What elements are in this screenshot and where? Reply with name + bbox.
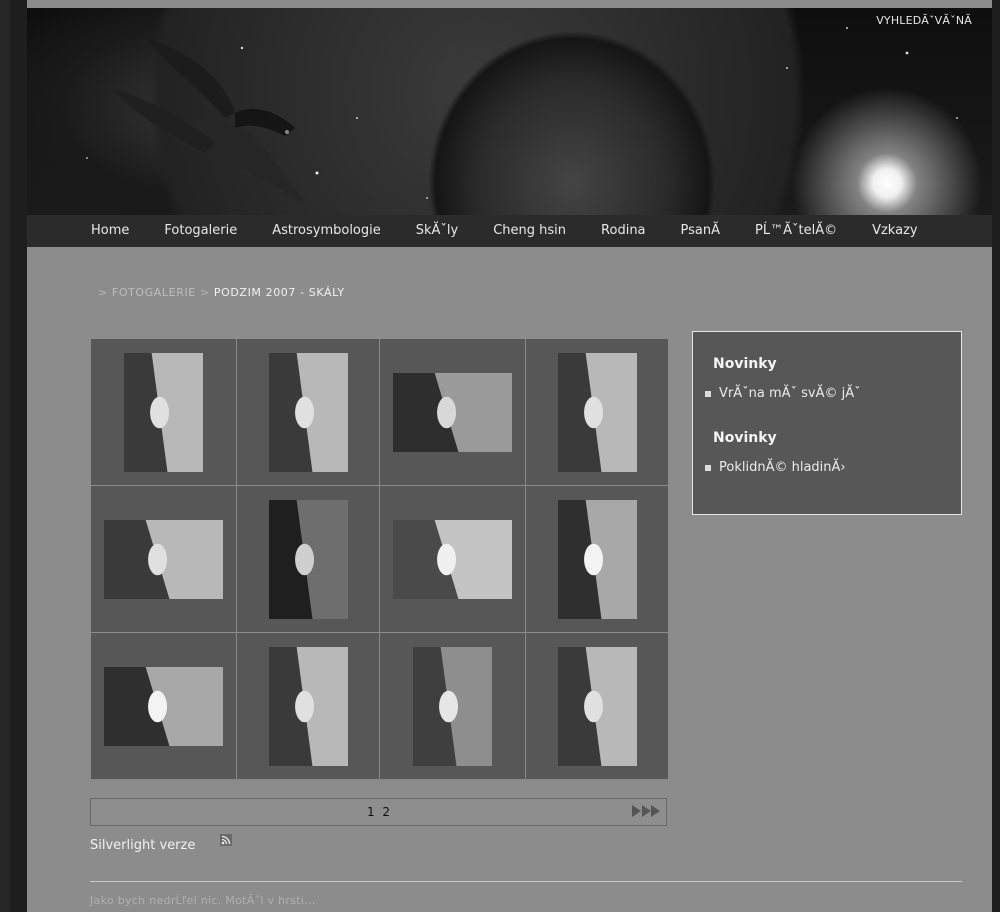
gallery-cell[interactable]: [237, 633, 379, 779]
gallery-cell[interactable]: [91, 339, 236, 485]
news-box: Novinky VrĂˇna mĂˇ svĂ© jĂˇ Novinky Pokl…: [692, 331, 962, 515]
photo-thumbnail[interactable]: [413, 646, 492, 766]
raven-image: [110, 38, 305, 203]
news-item[interactable]: VrĂˇna mĂˇ svĂ© jĂˇ: [705, 386, 861, 401]
news-heading: Novinky: [713, 356, 777, 372]
breadcrumb-current: PODZIM 2007 - SKÁLY: [213, 286, 345, 299]
gallery-cell[interactable]: [380, 339, 525, 485]
nav-item-8[interactable]: Vzkazy: [872, 215, 918, 247]
bullet-icon: [705, 390, 711, 397]
nav-item-0[interactable]: Home: [91, 215, 129, 247]
forward-arrows-icon[interactable]: [632, 805, 660, 817]
photo-thumbnail[interactable]: [268, 499, 348, 619]
photo-thumbnail[interactable]: [557, 352, 637, 472]
breadcrumb-separator: >: [195, 286, 214, 299]
photo-thumbnail[interactable]: [557, 499, 637, 619]
gallery-cell[interactable]: [380, 486, 525, 632]
pager: 1 2: [90, 798, 667, 826]
news-item-label: PoklidnĂ© hladinĂ›: [719, 460, 846, 475]
breadcrumb: > FOTOGALERIE > PODZIM 2007 - SKÁLY: [98, 286, 345, 299]
gallery-cell[interactable]: [91, 633, 236, 779]
photo-thumbnail[interactable]: [268, 352, 348, 472]
gallery-cell[interactable]: [526, 486, 668, 632]
right-border: [992, 0, 1000, 912]
nav-item-2[interactable]: Astrosymbologie: [272, 215, 381, 247]
photo-thumbnail[interactable]: [557, 646, 637, 766]
photo-thumbnail[interactable]: [268, 646, 348, 766]
rss-icon[interactable]: [220, 834, 232, 846]
gallery-cell[interactable]: [91, 486, 236, 632]
news-item-label: VrĂˇna mĂˇ svĂ© jĂˇ: [719, 386, 861, 401]
footer-quote: Jako bych nedrĹľel nic. MotĂ˝l v hrsti..…: [90, 894, 316, 907]
page-1-link[interactable]: 1: [367, 805, 375, 819]
gallery-cell[interactable]: [237, 486, 379, 632]
photo-thumbnail[interactable]: [124, 352, 203, 472]
gallery-cell[interactable]: [526, 633, 668, 779]
pager-numbers: 1 2: [91, 805, 666, 819]
news-heading: Novinky: [713, 430, 777, 446]
page: VYHLEDĂˇVĂˇNĂ Home Fotogalerie Astrosymbol…: [27, 0, 992, 912]
gallery-cell[interactable]: [380, 633, 525, 779]
photo-thumbnail[interactable]: [393, 372, 512, 452]
breadcrumb-link-fotogalerie[interactable]: FOTOGALERIE: [112, 286, 196, 299]
silverlight-version-link[interactable]: Silverlight verze: [90, 838, 195, 853]
gallery-cell[interactable]: [526, 339, 668, 485]
photo-thumbnail[interactable]: [104, 519, 223, 599]
photo-gallery-grid: [91, 339, 668, 781]
bullet-icon: [705, 464, 711, 471]
nav-item-6[interactable]: PsanĂ: [681, 215, 720, 247]
nav-item-5[interactable]: Rodina: [601, 215, 645, 247]
left-border: [10, 0, 27, 912]
footer-divider: [90, 881, 962, 882]
gallery-cell[interactable]: [237, 339, 379, 485]
breadcrumb-separator: >: [98, 286, 112, 299]
page-2-link[interactable]: 2: [382, 805, 390, 819]
header-banner: VYHLEDĂˇVĂˇNĂ: [27, 8, 992, 215]
nav-item-7[interactable]: PĹ™ĂˇtelĂ©: [755, 215, 837, 247]
nav-list: Home Fotogalerie Astrosymbologie SkĂˇly Chen…: [91, 215, 918, 247]
main-nav: Home Fotogalerie Astrosymbologie SkĂˇly Chen…: [27, 215, 992, 247]
nav-item-3[interactable]: SkĂˇly: [416, 215, 458, 247]
nav-item-1[interactable]: Fotogalerie: [164, 215, 237, 247]
photo-thumbnail[interactable]: [393, 519, 512, 599]
search-link[interactable]: VYHLEDĂˇVĂˇNĂ: [876, 14, 972, 27]
news-item[interactable]: PoklidnĂ© hladinĂ›: [705, 460, 846, 475]
photo-thumbnail[interactable]: [104, 666, 223, 746]
nav-item-4[interactable]: Cheng hsin: [493, 215, 566, 247]
